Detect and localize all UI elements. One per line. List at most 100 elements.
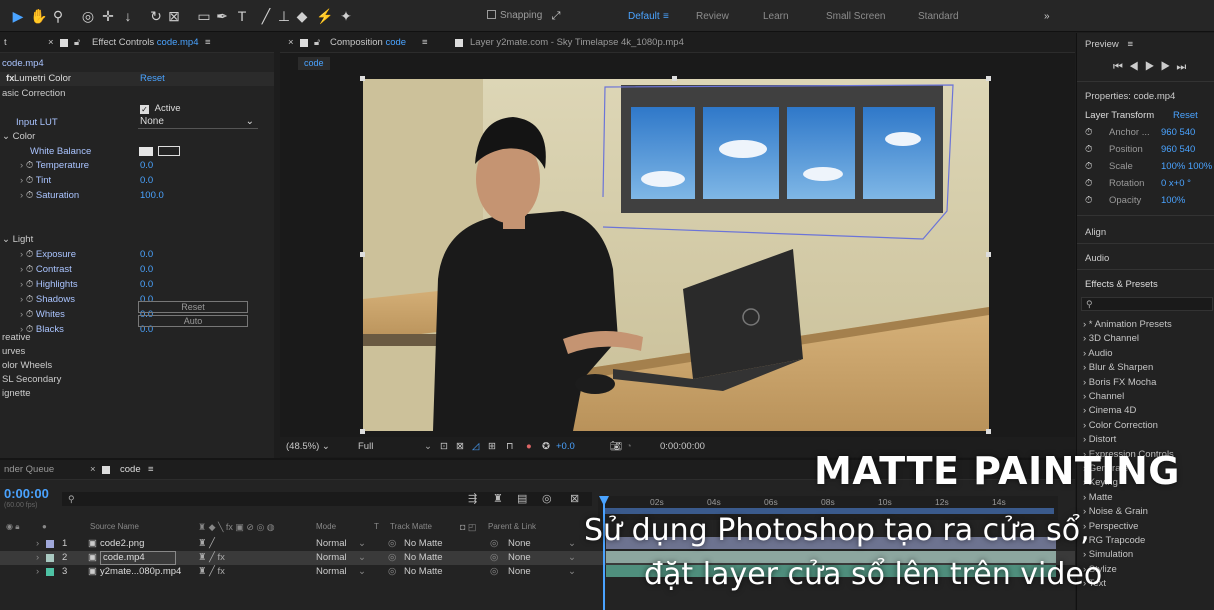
parent-dropdown[interactable]: None — [508, 565, 531, 579]
audio-panel-title[interactable]: Audio — [1085, 253, 1109, 264]
blend-mode-dropdown[interactable]: Normal — [316, 537, 347, 551]
workspace-overflow-icon[interactable]: » — [1044, 11, 1050, 22]
parent-dropdown[interactable]: None — [508, 537, 531, 551]
exposure-value[interactable]: +0.0 — [556, 437, 575, 457]
transform-reset-link[interactable]: Reset — [1173, 110, 1198, 121]
effects-category[interactable]: › Color Correction — [1083, 420, 1158, 431]
track-matte-dropdown[interactable]: No Matte — [404, 565, 443, 579]
auto-button[interactable]: Auto — [138, 315, 248, 327]
hand-tool-icon[interactable]: ✋ — [30, 8, 47, 24]
expand-chevron-icon[interactable]: › — [36, 551, 39, 565]
expand-chevron-icon[interactable]: › — [36, 565, 39, 579]
type-tool-icon[interactable]: T — [234, 8, 250, 24]
exposure-icon[interactable]: ✪ — [542, 437, 550, 457]
effects-category[interactable]: › * Animation Presets — [1083, 319, 1172, 330]
panel-menu-icon[interactable]: ≡ — [148, 460, 154, 480]
chevron-down-icon[interactable]: ⌄ — [568, 537, 576, 551]
bbox-handle[interactable] — [360, 76, 365, 81]
orbit-camera-icon[interactable]: ◎ — [80, 8, 96, 24]
property-value[interactable]: 960 540 — [1161, 144, 1213, 155]
graph-editor-icon[interactable]: ⊠ — [570, 492, 579, 505]
stopwatch-icon[interactable]: ⏱︎ — [1085, 195, 1092, 206]
effect-section[interactable]: urves — [2, 345, 25, 359]
effect-section[interactable]: reative — [2, 331, 31, 345]
parent-pickwhip-icon[interactable]: ◎ — [490, 565, 498, 579]
snap-options-icon[interactable]: ⤢ — [548, 8, 564, 24]
dolly-camera-icon[interactable]: ↓ — [120, 8, 136, 24]
layer-name[interactable]: y2mate...080p.mp4 — [100, 565, 181, 579]
bbox-handle[interactable] — [986, 252, 991, 257]
param-row[interactable]: › ⏱︎ Exposure 0.0 — [20, 248, 270, 262]
layer-switches[interactable]: ♜ ╱ — [198, 537, 215, 551]
chevron-down-icon[interactable]: ⌄ — [424, 437, 432, 457]
rectangle-tool-icon[interactable]: ▭ — [196, 8, 212, 24]
effects-category[interactable]: › Channel — [1083, 391, 1124, 402]
track-matte-dropdown[interactable]: No Matte — [404, 551, 443, 565]
effects-category[interactable]: › Audio — [1083, 348, 1113, 359]
parent-pickwhip-icon[interactable]: ◎ — [490, 551, 498, 565]
resolution-dropdown[interactable]: Full — [358, 437, 373, 457]
lock-icon[interactable]: 🔓︎ — [314, 33, 320, 53]
param-value[interactable]: 0.0 — [140, 174, 153, 188]
stopwatch-icon[interactable]: ⏱︎ — [26, 190, 36, 201]
effects-category[interactable]: › Cinema 4D — [1083, 405, 1136, 416]
pickwhip-icon[interactable]: ◎ — [388, 565, 396, 579]
bbox-handle[interactable] — [986, 429, 991, 434]
effects-category[interactable]: › Perspective — [1083, 521, 1138, 532]
bbox-handle[interactable] — [360, 429, 365, 434]
param-value[interactable]: 0.0 — [140, 278, 153, 292]
stopwatch-icon[interactable]: ⏱︎ — [26, 309, 36, 320]
bbox-handle[interactable] — [672, 76, 677, 81]
region-of-interest-icon[interactable]: ⊡ — [440, 437, 448, 457]
t-header[interactable]: T — [374, 520, 379, 534]
layer-name[interactable]: code.mp4 — [100, 551, 176, 565]
white-balance-swatch[interactable] — [139, 147, 153, 156]
track-matte-dropdown[interactable]: No Matte — [404, 537, 443, 551]
param-value[interactable]: 0.0 — [140, 263, 153, 277]
stopwatch-icon[interactable]: ⏱︎ — [1085, 161, 1092, 172]
stopwatch-icon[interactable]: ⏱︎ — [26, 175, 36, 186]
close-tab-icon[interactable]: × — [288, 33, 294, 53]
snapshot-icon[interactable]: 📷︎ — [610, 437, 622, 457]
layer-label-color[interactable] — [46, 540, 54, 548]
white-balance-eyedropper[interactable] — [158, 146, 180, 156]
property-value[interactable]: 100% — [1161, 195, 1213, 206]
basic-correction-section[interactable]: asic Correction — [2, 87, 65, 101]
composition-viewer[interactable] — [363, 79, 989, 431]
effects-category[interactable]: › Boris FX Mocha — [1083, 377, 1156, 388]
pan-behind-tool-icon[interactable]: ⊠ — [166, 8, 182, 24]
workspace-learn[interactable]: Learn — [763, 11, 789, 22]
transparency-grid-icon[interactable]: ⊠ — [456, 437, 464, 457]
track-matte-header[interactable]: Track Matte — [390, 520, 432, 534]
pickwhip-icon[interactable]: ◎ — [388, 537, 396, 551]
layer-switches[interactable]: ♜ ╱ fx — [198, 551, 225, 565]
brush-tool-icon[interactable]: ╱ — [258, 8, 274, 24]
stopwatch-icon[interactable]: ⏱︎ — [26, 160, 36, 171]
parent-dropdown[interactable]: None — [508, 551, 531, 565]
param-value[interactable]: 0.0 — [140, 159, 153, 173]
close-tab-icon[interactable]: × — [90, 460, 96, 480]
stopwatch-icon[interactable]: ⏱︎ — [1085, 127, 1092, 138]
param-row[interactable]: › ⏱︎ Temperature 0.0 — [20, 159, 270, 173]
light-group[interactable]: ⌄ Light — [2, 233, 33, 247]
motion-blur-icon[interactable]: ◎ — [542, 492, 552, 505]
mask-visibility-icon[interactable]: ◿ — [472, 437, 479, 457]
stopwatch-icon[interactable]: ⏱︎ — [26, 294, 36, 305]
stopwatch-icon[interactable]: ⏱︎ — [1085, 144, 1092, 155]
property-value[interactable]: 960 540 — [1161, 127, 1213, 138]
composition-tab[interactable]: Composition code — [330, 33, 406, 53]
effects-presets-title[interactable]: Effects & Presets — [1085, 279, 1158, 290]
timeline-timecode[interactable]: 0:00:00 — [4, 486, 49, 501]
effects-category[interactable]: › Distort — [1083, 434, 1116, 445]
stopwatch-icon[interactable]: ⏱︎ — [26, 264, 36, 275]
property-value[interactable]: 100% 100% — [1161, 161, 1213, 172]
property-value[interactable]: 0 x+0 ° — [1161, 178, 1213, 189]
mode-header[interactable]: Mode — [316, 520, 336, 534]
color-group[interactable]: ⌄ Color — [2, 130, 35, 144]
clone-stamp-tool-icon[interactable]: ⊥ — [276, 8, 292, 24]
blend-mode-dropdown[interactable]: Normal — [316, 565, 347, 579]
bbox-handle[interactable] — [360, 252, 365, 257]
preview-panel-title[interactable]: Preview ≡ — [1085, 39, 1133, 50]
effects-category[interactable]: › RG Trapcode — [1083, 535, 1145, 546]
reset-button[interactable]: Reset — [138, 301, 248, 313]
